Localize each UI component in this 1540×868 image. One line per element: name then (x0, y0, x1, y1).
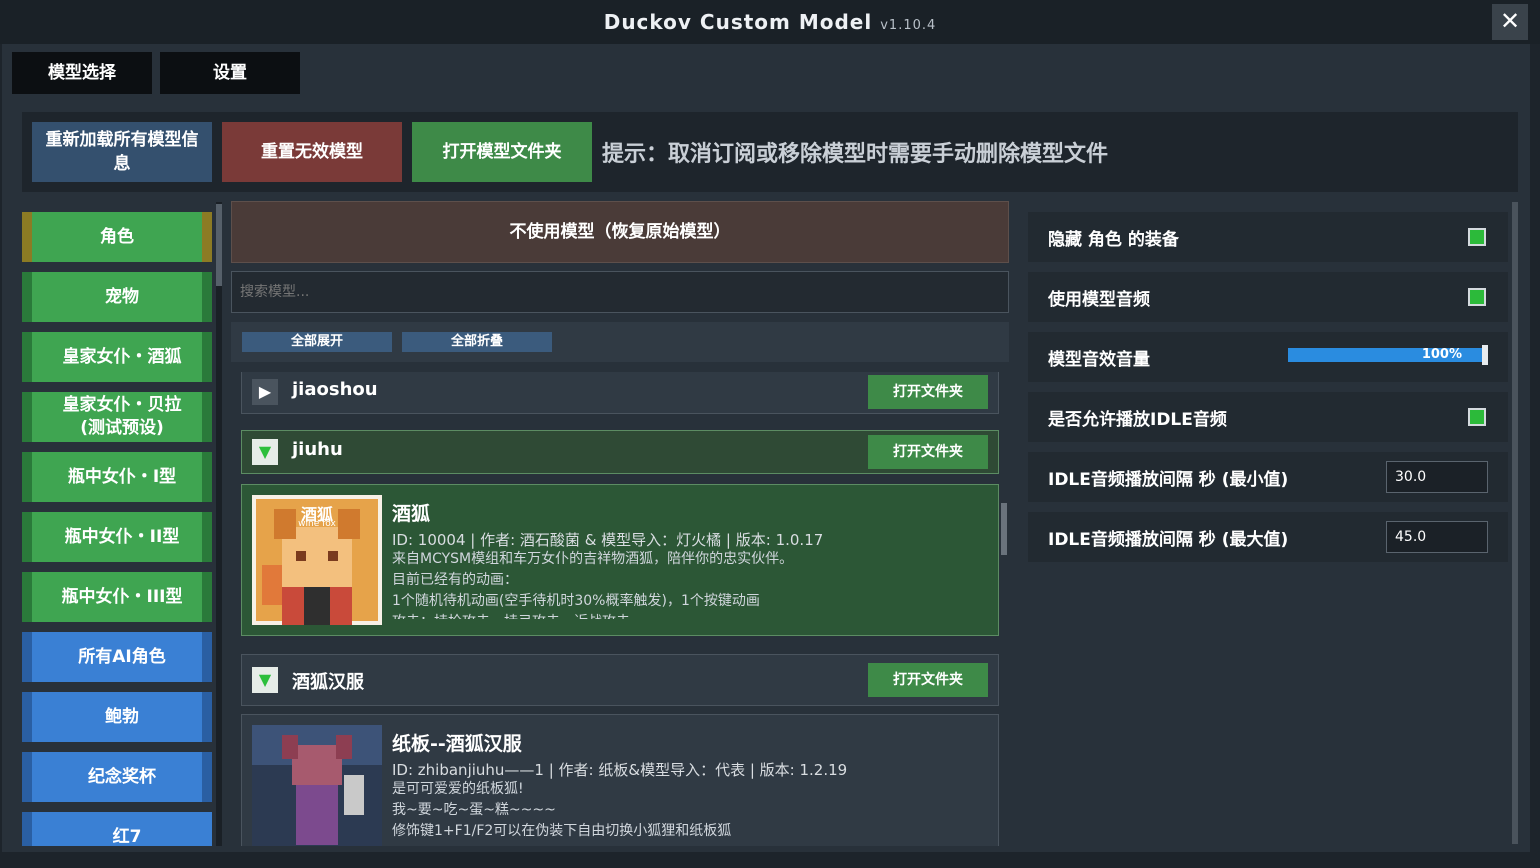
tab-model-select[interactable]: 模型选择 (12, 52, 152, 94)
app-name: Duckov Custom Model (603, 10, 873, 34)
model-card-name: 酒狐 (392, 503, 431, 525)
close-icon: ✕ (1499, 7, 1521, 35)
reload-models-label: 重新加载所有模型信息 (45, 130, 199, 174)
category-all-ai[interactable]: 所有AI角色 (22, 632, 212, 682)
model-card-description: 是可可爱爱的纸板狐! 我~要~吃~蛋~糕~~~~ 修饰键1+F1/F2可以在伪装… (392, 781, 732, 839)
category-edge (202, 272, 212, 322)
cardboard-thumbnail-image (252, 725, 382, 846)
volume-value: 100% (1421, 347, 1462, 362)
model-card-meta: ID: 10004 | 作者: 酒石酸菌 & 模型导入：灯火橘 | 版本: 1.… (392, 531, 824, 549)
category-label: 宠物 (105, 286, 139, 307)
idle-max-input[interactable]: 45.0 (1386, 521, 1488, 553)
hide-equipment-checkbox[interactable] (1468, 228, 1486, 246)
open-folder-button[interactable]: 打开文件夹 (868, 375, 988, 409)
open-model-folder-label: 打开模型文件夹 (442, 142, 562, 162)
setting-label: 是否允许播放IDLE音频 (1048, 410, 1227, 430)
use-model-audio-checkbox[interactable] (1468, 288, 1486, 306)
category-edge (202, 452, 212, 502)
setting-use-model-audio: 使用模型音频 (1028, 272, 1508, 322)
hint-text: 提示：取消订阅或移除模型时需要手动删除模型文件 (602, 142, 1109, 167)
volume-slider[interactable]: 100% (1288, 345, 1488, 365)
collapse-all-button[interactable]: 全部折叠 (402, 332, 552, 352)
reset-invalid-button[interactable]: 重置无效模型 (222, 122, 402, 182)
no-model-button[interactable]: 不使用模型（恢复原始模型） (231, 201, 1009, 263)
category-bottle-maid-1[interactable]: 瓶中女仆・I型 (22, 452, 212, 502)
category-edge (202, 632, 212, 682)
category-edge (202, 392, 212, 442)
category-label: 皇家女仆・贝拉 (测试预设) (62, 395, 182, 438)
open-model-folder-button[interactable]: 打开模型文件夹 (412, 122, 592, 182)
setting-label: IDLE音频播放间隔 秒 (最小值) (1048, 470, 1289, 490)
setting-idle-max: IDLE音频播放间隔 秒 (最大值) 45.0 (1028, 512, 1508, 562)
model-list: ▶ jiaoshou 打开文件夹 ▼ jiuhu 打开文件夹 酒狐 wine f… (231, 372, 1009, 846)
category-trophy[interactable]: 纪念奖杯 (22, 752, 212, 802)
category-scroll-thumb[interactable] (216, 204, 222, 286)
category-label: 瓶中女仆・II型 (64, 526, 180, 547)
open-folder-button[interactable]: 打开文件夹 (868, 435, 988, 469)
setting-label: 模型音效音量 (1048, 350, 1150, 370)
setting-label: IDLE音频播放间隔 秒 (最大值) (1048, 530, 1289, 550)
idle-min-input[interactable]: 30.0 (1386, 461, 1488, 493)
reload-models-button[interactable]: 重新加载所有模型信息 (32, 122, 212, 182)
category-clip: 红7 (22, 812, 212, 846)
category-edge (202, 332, 212, 382)
category-label: 所有AI角色 (78, 646, 166, 667)
volume-slider-handle[interactable] (1482, 345, 1488, 365)
category-edge (202, 752, 212, 802)
category-scrollbar[interactable] (216, 202, 222, 846)
category-red7[interactable]: 红7 (22, 812, 212, 846)
setting-allow-idle: 是否允许播放IDLE音频 (1028, 392, 1508, 442)
setting-label: 隐藏 角色 的装备 (1048, 230, 1179, 250)
category-role[interactable]: 角色 (22, 212, 212, 262)
category-royal-maid-winefox[interactable]: 皇家女仆・酒狐 (22, 332, 212, 382)
tab-settings[interactable]: 设置 (160, 52, 300, 94)
expanded-arrow-icon[interactable]: ▼ (252, 667, 278, 693)
model-group-jiuhu[interactable]: ▼ jiuhu 打开文件夹 (241, 430, 999, 474)
category-edge (202, 572, 212, 622)
setting-label: 使用模型音频 (1048, 290, 1150, 310)
category-label: 瓶中女仆・III型 (61, 586, 183, 607)
category-label: 红7 (112, 826, 142, 847)
category-bob[interactable]: 鲍勃 (22, 692, 212, 742)
reset-invalid-label: 重置无效模型 (261, 142, 363, 162)
model-card-winefox[interactable]: 酒狐 wine fox 酒狐 ID: 10004 | 作者: 酒石酸菌 & 模型… (241, 484, 999, 636)
category-bottle-maid-2[interactable]: 瓶中女仆・II型 (22, 512, 212, 562)
category-bottle-maid-3[interactable]: 瓶中女仆・III型 (22, 572, 212, 622)
setting-idle-min: IDLE音频播放间隔 秒 (最小值) 30.0 (1028, 452, 1508, 502)
open-folder-button[interactable]: 打开文件夹 (868, 663, 988, 697)
close-button[interactable]: ✕ (1492, 4, 1528, 40)
model-group-name: 酒狐汉服 (292, 672, 364, 693)
allow-idle-checkbox[interactable] (1468, 408, 1486, 426)
model-group-name: jiaoshou (292, 379, 378, 400)
model-list-scroll-thumb[interactable] (1001, 503, 1007, 555)
model-thumbnail (252, 725, 382, 846)
app-version: v1.10.4 (880, 18, 937, 33)
category-pet[interactable]: 宠物 (22, 272, 212, 322)
setting-hide-equipment: 隐藏 角色 的装备 (1028, 212, 1508, 262)
model-group-jiaoshou[interactable]: ▶ jiaoshou 打开文件夹 (241, 372, 999, 414)
category-label: 瓶中女仆・I型 (67, 466, 177, 487)
model-group-name: jiuhu (292, 439, 343, 460)
model-thumbnail: 酒狐 wine fox (252, 495, 382, 625)
settings-scrollbar[interactable] (1512, 202, 1518, 844)
window-title: Duckov Custom Model v1.10.4 (0, 10, 1540, 34)
category-label: 角色 (100, 226, 134, 247)
category-label: 纪念奖杯 (88, 766, 156, 787)
model-group-winefox-hanfu[interactable]: ▼ 酒狐汉服 打开文件夹 (241, 654, 999, 706)
expand-all-button[interactable]: 全部展开 (242, 332, 392, 352)
category-royal-maid-bella[interactable]: 皇家女仆・贝拉 (测试预设) (22, 392, 212, 442)
expanded-arrow-icon[interactable]: ▼ (252, 439, 278, 465)
category-edge (202, 692, 212, 742)
category-edge (202, 512, 212, 562)
model-card-cardboard-winefox[interactable]: 纸板--酒狐汉服 ID: zhibanjiuhu——1 | 作者: 纸板&模型导… (241, 714, 999, 846)
model-card-name: 纸板--酒狐汉服 (392, 733, 522, 755)
category-label: 鲍勃 (105, 706, 139, 727)
category-label: 皇家女仆・酒狐 (62, 346, 182, 367)
collapsed-arrow-icon[interactable]: ▶ (252, 379, 278, 405)
thumbnail-subtitle: wine fox (298, 519, 336, 529)
search-input[interactable] (231, 271, 1009, 313)
model-card-meta: ID: zhibanjiuhu——1 | 作者: 纸板&模型导入：代表 | 版本… (392, 761, 848, 779)
setting-volume: 模型音效音量 100% (1028, 332, 1508, 382)
model-card-description: 来自MCYSM模组和车万女仆的吉祥物酒狐，陪伴你的忠实伙伴。 目前已经有的动画：… (392, 551, 794, 619)
